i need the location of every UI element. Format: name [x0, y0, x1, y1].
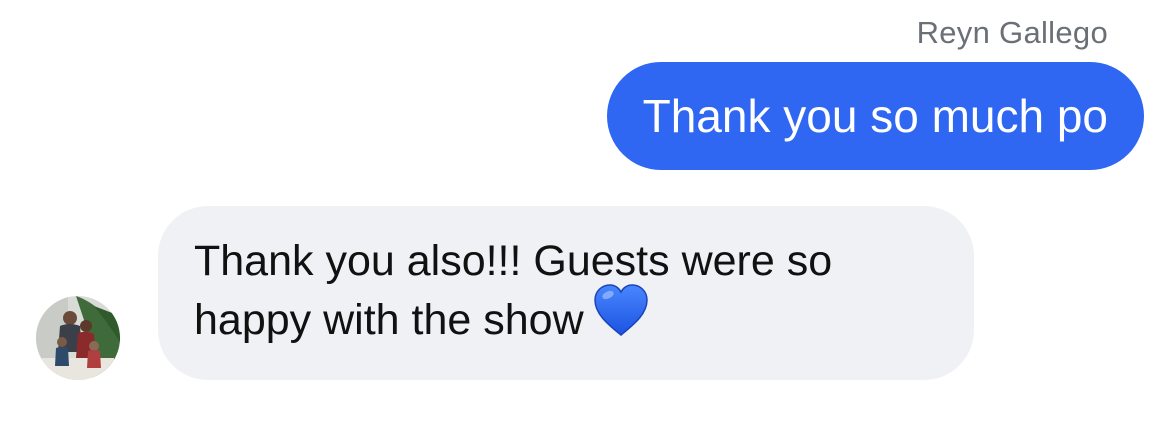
avatar-photo — [36, 296, 120, 380]
outgoing-message-bubble[interactable]: Thank you so much po — [606, 62, 1144, 170]
blue-heart-icon — [592, 283, 650, 353]
incoming-message-line-1: Thank you also!!! Guests were so — [194, 237, 833, 285]
incoming-message-line-2: happy with the show — [194, 283, 938, 353]
outgoing-message-text: Thank you so much po — [642, 90, 1108, 142]
incoming-message-line-2-text: happy with the show — [194, 296, 584, 344]
sender-name: Reyn Gallego — [916, 15, 1108, 50]
avatar[interactable] — [36, 296, 120, 380]
incoming-message-bubble[interactable]: Thank you also!!! Guests were so happy w… — [158, 206, 974, 380]
